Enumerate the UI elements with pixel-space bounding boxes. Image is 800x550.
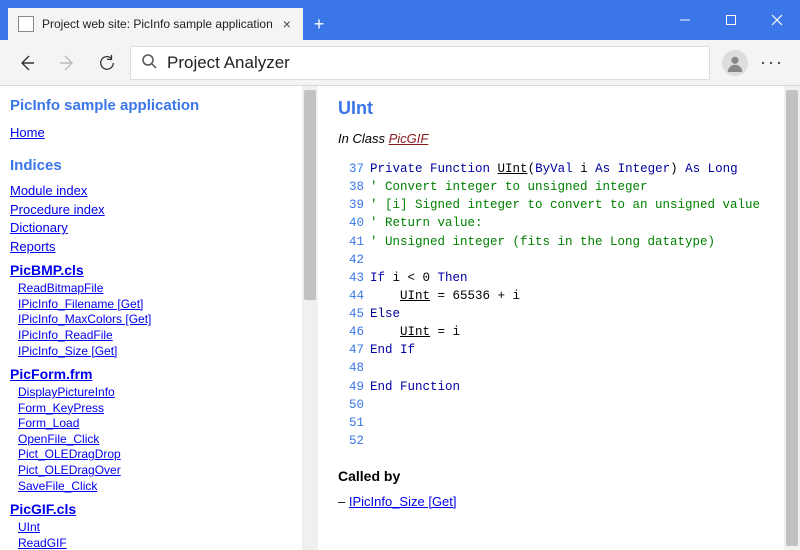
called-by-link[interactable]: IPicInfo_Size [Get] [349, 494, 457, 509]
sidebar-scrollbar-thumb[interactable] [304, 90, 316, 300]
sidebar-member-link[interactable]: IPicInfo_ReadFile [18, 328, 308, 344]
more-menu-button[interactable]: ··· [754, 52, 790, 73]
in-class-label: In Class [338, 131, 385, 146]
indices-heading: Indices [10, 156, 308, 176]
code-line: 41' Unsigned integer (fits in the Long d… [338, 233, 782, 251]
code-line: 50 [338, 396, 782, 414]
sidebar-member-link[interactable]: DisplayPictureInfo [18, 385, 308, 401]
code-line: 47End If [338, 341, 782, 359]
forward-button[interactable] [50, 46, 84, 80]
code-line: 39' [i] Signed integer to convert to an … [338, 196, 782, 214]
code-line: 52 [338, 432, 782, 450]
page-icon [18, 16, 34, 32]
tab-title: Project web site: PicInfo sample applica… [42, 17, 273, 31]
dictionary-link[interactable]: Dictionary [10, 219, 308, 237]
main-scrollbar-thumb[interactable] [786, 90, 798, 546]
browser-tab-active[interactable]: Project web site: PicInfo sample applica… [8, 8, 303, 40]
sidebar-app-title: PicInfo sample application [10, 96, 308, 116]
code-block: 37Private Function UInt(ByVal i As Integ… [338, 160, 782, 450]
sidebar-member-link[interactable]: Form_Load [18, 416, 308, 432]
code-line: 40' Return value: [338, 214, 782, 232]
sidebar-member-link[interactable]: IPicInfo_MaxColors [Get] [18, 312, 308, 328]
sidebar-member-link[interactable]: Form_KeyPress [18, 401, 308, 417]
in-class-link[interactable]: PicGIF [389, 131, 429, 146]
dash-icon: – [338, 494, 349, 509]
new-tab-button[interactable]: + [303, 8, 335, 40]
search-icon [141, 53, 157, 72]
procedure-index-link[interactable]: Procedure index [10, 201, 308, 219]
maximize-button[interactable] [708, 0, 754, 40]
page-title: UInt [338, 98, 782, 119]
called-by-heading: Called by [338, 468, 782, 484]
code-line: 45Else [338, 305, 782, 323]
window-controls [662, 0, 800, 40]
close-window-button[interactable] [754, 0, 800, 40]
code-line: 44 UInt = 65536 + i [338, 287, 782, 305]
code-line: 46 UInt = i [338, 323, 782, 341]
sidebar-member-link[interactable]: Pict_OLEDragDrop [18, 447, 308, 463]
code-line: 51 [338, 414, 782, 432]
sidebar-member-link[interactable]: IPicInfo_Filename [Get] [18, 297, 308, 313]
main-scrollbar[interactable] [784, 86, 800, 550]
address-bar[interactable]: Project Analyzer [130, 46, 710, 80]
sidebar-file-link[interactable]: PicBMP.cls [10, 261, 308, 280]
reports-link[interactable]: Reports [10, 238, 308, 256]
module-index-link[interactable]: Module index [10, 182, 308, 200]
sidebar-file-link[interactable]: PicForm.frm [10, 365, 308, 384]
address-text: Project Analyzer [167, 53, 290, 73]
sidebar-member-link[interactable]: ReadBitmapFile [18, 281, 308, 297]
code-line: 49End Function [338, 378, 782, 396]
main-pane: UInt In Class PicGIF 37Private Function … [320, 86, 800, 550]
code-line: 42 [338, 251, 782, 269]
titlebar: Project web site: PicInfo sample applica… [0, 0, 800, 40]
sidebar-member-link[interactable]: UInt [18, 520, 308, 536]
sidebar-member-link[interactable]: Pict_OLEDragOver [18, 463, 308, 479]
code-line: 37Private Function UInt(ByVal i As Integ… [338, 160, 782, 178]
in-class-line: In Class PicGIF [338, 131, 782, 146]
refresh-button[interactable] [90, 46, 124, 80]
profile-avatar[interactable] [722, 50, 748, 76]
sidebar-member-link[interactable]: ReadGIF [18, 536, 308, 550]
called-by-item: – IPicInfo_Size [Get] [338, 494, 782, 509]
toolbar: Project Analyzer ··· [0, 40, 800, 86]
tab-strip: Project web site: PicInfo sample applica… [0, 0, 335, 40]
home-link[interactable]: Home [10, 124, 308, 142]
sidebar: PicInfo sample application Home Indices … [0, 86, 318, 550]
minimize-button[interactable] [662, 0, 708, 40]
sidebar-member-link[interactable]: SaveFile_Click [18, 479, 308, 495]
content-area: PicInfo sample application Home Indices … [0, 86, 800, 550]
sidebar-file-link[interactable]: PicGIF.cls [10, 500, 308, 519]
code-line: 38' Convert integer to unsigned integer [338, 178, 782, 196]
close-tab-button[interactable]: × [281, 16, 293, 32]
code-line: 48 [338, 359, 782, 377]
browser-window: Project web site: PicInfo sample applica… [0, 0, 800, 550]
back-button[interactable] [10, 46, 44, 80]
sidebar-scrollbar[interactable] [302, 86, 318, 550]
sidebar-member-link[interactable]: IPicInfo_Size [Get] [18, 344, 308, 360]
code-line: 43If i < 0 Then [338, 269, 782, 287]
sidebar-member-link[interactable]: OpenFile_Click [18, 432, 308, 448]
